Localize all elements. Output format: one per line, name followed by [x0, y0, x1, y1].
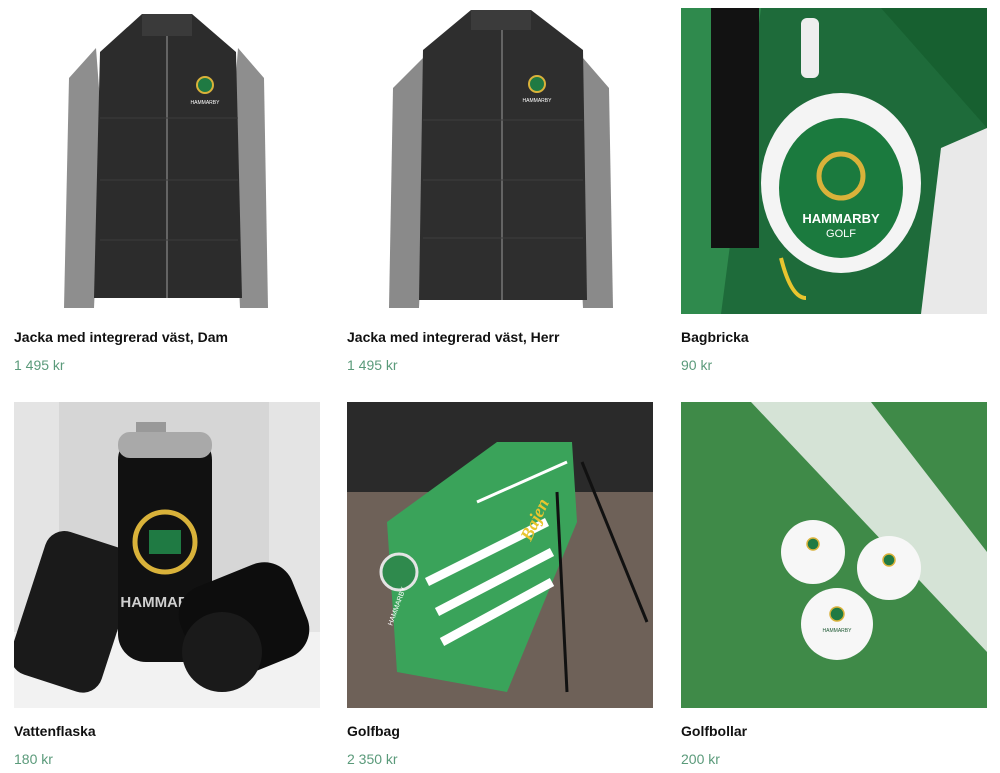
product-price: 2 350 kr: [347, 751, 398, 767]
product-title[interactable]: Golfbag: [347, 722, 653, 740]
product-card[interactable]: HAMMARBY Vattenflaska 180 kr: [14, 402, 320, 768]
product-grid: HAMMARBY Jacka med integrerad väst, Dam …: [0, 0, 1000, 773]
product-image-golf-bag[interactable]: HAMMARBY Bajen: [347, 402, 653, 708]
product-price: 1 495 kr: [14, 357, 65, 373]
product-card[interactable]: HAMMARBY Bajen Golfbag 2 350 kr: [347, 402, 653, 768]
product-price: 90 kr: [681, 357, 713, 373]
product-image-womens-jacket[interactable]: HAMMARBY: [14, 8, 320, 314]
product-card[interactable]: HAMMARBY Jacka med integrerad väst, Dam …: [14, 8, 320, 374]
product-image-water-bottle[interactable]: HAMMARBY: [14, 402, 320, 708]
product-image-mens-jacket[interactable]: HAMMARBY: [347, 8, 653, 314]
logo-text-bottom: GOLF: [826, 228, 856, 240]
product-price: 180 kr: [14, 751, 53, 767]
product-title[interactable]: Jacka med integrerad väst, Dam: [14, 328, 320, 346]
logo-text: HAMMARBY: [823, 628, 853, 634]
product-price: 200 kr: [681, 751, 720, 767]
product-price: 1 495 kr: [347, 357, 398, 373]
product-title[interactable]: Jacka med integrerad väst, Herr: [347, 328, 653, 346]
product-image-golf-balls[interactable]: HAMMARBY: [681, 402, 987, 708]
product-card[interactable]: HAMMARBY Jacka med integrerad väst, Herr…: [347, 8, 653, 374]
product-title[interactable]: Bagbricka: [681, 328, 987, 346]
product-card[interactable]: HAMMARBY GOLF Bagbricka 90 kr: [681, 8, 987, 374]
product-title[interactable]: Golfbollar: [681, 722, 987, 740]
logo-text: HAMMARBY: [523, 98, 553, 104]
logo-text-top: HAMMARBY: [802, 211, 880, 226]
product-image-bag-tag[interactable]: HAMMARBY GOLF: [681, 8, 987, 314]
logo-text: HAMMARBY: [191, 100, 221, 106]
product-card[interactable]: HAMMARBY Golfbollar 200 kr: [681, 402, 987, 768]
product-title[interactable]: Vattenflaska: [14, 722, 320, 740]
